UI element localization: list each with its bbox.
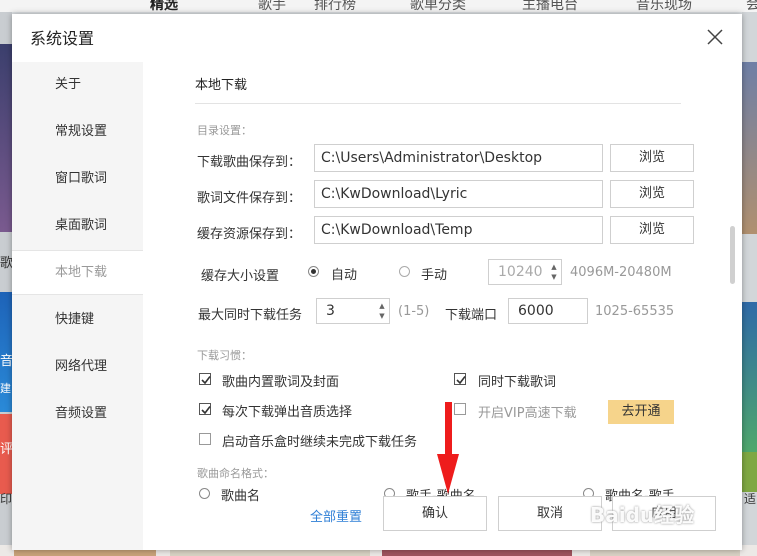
reset-all-link[interactable]: 全部重置 [310, 506, 362, 525]
download-path-input[interactable]: C:\Users\Administrator\Desktop [314, 144, 603, 172]
download-habits-heading: 下载习惯： [197, 349, 252, 362]
nav-item[interactable]: 歌单分类 [410, 0, 466, 14]
content-scrollbar[interactable] [730, 226, 735, 284]
sidebar-item-shortcuts[interactable]: 快捷键 [12, 297, 143, 342]
cache-size-range: 4096M-20480M [570, 265, 672, 280]
resume-tasks-checkbox[interactable] [199, 433, 211, 445]
section-divider [195, 103, 681, 104]
background-nav: 精选 歌手 排行榜 歌单分类 主播电台 音乐现场 会 [0, 0, 757, 14]
download-path-label: 下载歌曲保存到： [197, 155, 302, 170]
nav-item[interactable]: 音乐现场 [636, 0, 692, 14]
browse-cache-button[interactable]: 浏览 [610, 216, 694, 244]
cache-auto-radio[interactable] [308, 266, 319, 277]
sidebar-item-general[interactable]: 常规设置 [12, 109, 143, 154]
spinner-arrows-icon[interactable]: ▲ ▼ [377, 301, 387, 321]
cache-size-input[interactable]: 10240 ▲ ▼ [488, 259, 562, 285]
sync-lyrics-label: 同时下载歌词 [478, 375, 557, 390]
cache-manual-label: 手动 [421, 268, 448, 283]
dir-settings-heading: 目录设置： [197, 124, 252, 137]
naming-radio[interactable] [199, 488, 210, 499]
background-text: 适 [744, 492, 757, 506]
browse-lyric-button[interactable]: 浏览 [610, 180, 694, 208]
vip-speed-label: 开启VIP高速下载 [478, 406, 577, 421]
max-tasks-range: (1-5) [398, 304, 430, 319]
close-icon[interactable] [706, 28, 724, 46]
cache-auto-label: 自动 [331, 268, 358, 283]
embed-lyrics-label: 歌曲内置歌词及封面 [222, 375, 340, 390]
sidebar-item-local-download[interactable]: 本地下载 [12, 250, 143, 295]
annotation-arrow-icon [437, 402, 459, 494]
sidebar-item-audio[interactable]: 音频设置 [12, 391, 143, 436]
cache-path-label: 缓存资源保存到： [197, 227, 302, 242]
section-title: 本地下载 [195, 78, 248, 93]
naming-format-heading: 歌曲命名格式： [197, 467, 274, 480]
confirm-button[interactable]: 确认 [383, 496, 487, 531]
port-input[interactable]: 6000 [508, 298, 588, 324]
sidebar-item-about[interactable]: 关于 [12, 62, 143, 107]
max-tasks-label: 最大同时下载任务 [198, 308, 303, 323]
sidebar-item-desktop-lyrics[interactable]: 桌面歌词 [12, 203, 143, 248]
background-text: 印 [0, 492, 13, 506]
watermark-logo: Baidu经验 [590, 503, 695, 527]
open-vip-button[interactable]: 去开通 [608, 400, 674, 424]
cache-size-label: 缓存大小设置 [201, 269, 280, 284]
settings-sidebar: 关于 常规设置 窗口歌词 桌面歌词 本地下载 快捷键 网络代理 音频设置 [12, 62, 143, 550]
cache-size-value: 10240 [498, 264, 543, 280]
dialog-title: 系统设置 [30, 29, 95, 48]
max-tasks-value: 3 [326, 303, 335, 319]
sync-lyrics-checkbox[interactable] [454, 373, 466, 385]
cache-path-input[interactable]: C:\KwDownload\Temp [314, 216, 603, 244]
background-left-strip: 歌 音 建 评 印 [0, 12, 13, 556]
nav-item[interactable]: 排行榜 [314, 0, 356, 14]
max-tasks-input[interactable]: 3 ▲ ▼ [316, 298, 390, 324]
background-text: 建 [0, 382, 11, 395]
cache-manual-radio[interactable] [399, 266, 410, 277]
embed-lyrics-checkbox[interactable] [199, 373, 211, 385]
spinner-arrows-icon[interactable]: ▲ ▼ [549, 262, 559, 282]
settings-dialog: 系统设置 关于 常规设置 窗口歌词 桌面歌词 本地下载 快捷键 网络代理 音频设… [12, 14, 742, 550]
naming-option: 歌曲名 [221, 489, 261, 504]
port-label: 下载端口 [445, 308, 498, 323]
sidebar-item-network-proxy[interactable]: 网络代理 [12, 344, 143, 389]
nav-item[interactable]: 精选 [150, 0, 178, 14]
quality-popup-label: 每次下载弹出音质选择 [222, 405, 353, 420]
background-right-strip: 适 [742, 12, 757, 556]
lyric-path-input[interactable]: C:\KwDownload\Lyric [314, 180, 603, 208]
nav-item[interactable]: 歌手 [258, 0, 286, 14]
lyric-path-label: 歌词文件保存到： [197, 191, 302, 206]
cancel-button[interactable]: 取消 [498, 496, 602, 531]
port-range: 1025-65535 [595, 304, 675, 319]
port-value: 6000 [518, 303, 554, 319]
browse-download-button[interactable]: 浏览 [610, 144, 694, 172]
nav-item[interactable]: 主播电台 [522, 0, 578, 14]
sidebar-item-window-lyrics[interactable]: 窗口歌词 [12, 156, 143, 201]
quality-popup-checkbox[interactable] [199, 403, 211, 415]
resume-tasks-label: 启动音乐盒时继续未完成下载任务 [222, 435, 418, 450]
